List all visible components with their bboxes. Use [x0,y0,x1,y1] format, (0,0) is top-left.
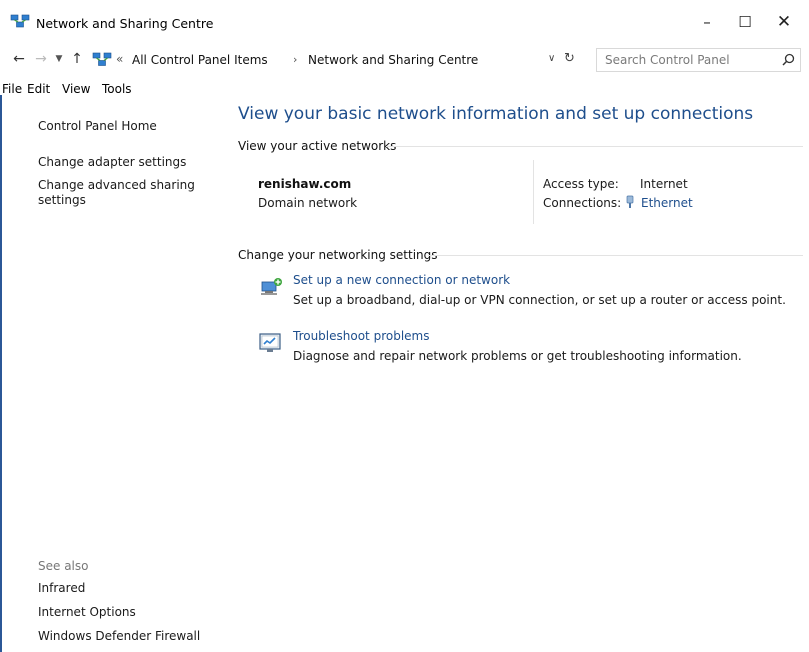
network-type[interactable]: Domain network [258,196,357,210]
breadcrumb-separator[interactable]: › [293,53,297,66]
networking-settings-heading: Change your networking settings [238,248,438,262]
network-name: renishaw.com [258,177,352,191]
menu-tools[interactable]: Tools [102,82,132,96]
maximize-button[interactable]: ☐ [727,8,763,36]
menu-file[interactable]: File [2,82,22,96]
troubleshoot-icon[interactable] [258,332,284,354]
nav-change-advanced-sharing-settings[interactable]: settings [38,192,86,208]
new-connection-icon[interactable] [258,276,284,298]
network-info-divider [533,160,534,224]
window-title: Network and Sharing Centre [36,16,214,31]
nav-control-panel-home[interactable]: Control Panel Home [38,118,157,134]
access-type-value: Internet [640,177,688,191]
refresh-icon[interactable]: ↻ [564,51,575,66]
network-sharing-window: Network and Sharing Centre – ☐ ✕ ← → ▼ ↑… [0,0,809,652]
setup-new-connection-description: Set up a broadband, dial-up or VPN conne… [293,293,786,307]
troubleshoot-problems-link[interactable]: Troubleshoot problems [293,329,429,343]
hidden-crumbs-chevron[interactable]: « [116,52,123,66]
close-button[interactable]: ✕ [766,8,802,36]
nav-change-adapter-settings[interactable]: Change adapter settings [38,154,186,170]
active-networks-divider [386,146,803,147]
see-also-infrared[interactable]: Infrared [38,580,85,596]
ethernet-icon [626,195,634,208]
access-type-label: Access type: [543,177,619,191]
connections-label: Connections: [543,196,622,210]
menu-view[interactable]: View [62,82,90,96]
see-also-windows-defender-firewall[interactable]: Windows Defender Firewall [38,628,200,644]
menu-edit[interactable]: Edit [27,82,50,96]
menu-bar: File Edit View Tools [0,78,809,98]
address-bar: ← → ▼ ↑ « All Control Panel Items › Netw… [0,44,809,74]
breadcrumb-network-sharing-centre[interactable]: Network and Sharing Centre [308,53,478,67]
networking-settings-divider [428,255,803,256]
nav-change-advanced-sharing[interactable]: Change advanced sharing [38,177,195,193]
back-arrow-icon[interactable]: ← [10,50,28,68]
search-box[interactable] [596,48,801,72]
up-arrow-icon[interactable]: ↑ [68,50,86,68]
see-also-internet-options[interactable]: Internet Options [38,604,136,620]
troubleshoot-problems-description: Diagnose and repair network problems or … [293,349,742,363]
active-networks-heading: View your active networks [238,139,397,153]
minimize-button[interactable]: – [689,8,725,36]
window-left-border [0,95,2,652]
recent-locations-chevron-icon[interactable]: ▼ [52,50,66,68]
forward-arrow-icon[interactable]: → [32,50,50,68]
title-bar[interactable]: Network and Sharing Centre – ☐ ✕ [0,0,809,44]
address-dropdown-icon[interactable]: ∨ [548,53,555,64]
ethernet-connection-link[interactable]: Ethernet [641,196,693,210]
page-title: View your basic network information and … [238,104,754,124]
setup-new-connection-link[interactable]: Set up a new connection or network [293,273,510,287]
network-icon [10,14,30,28]
breadcrumb-all-control-panel-items[interactable]: All Control Panel Items [132,53,268,67]
search-input[interactable] [605,52,775,68]
see-also-heading: See also [38,559,89,573]
control-panel-network-icon [92,52,112,66]
search-icon[interactable] [780,52,796,68]
